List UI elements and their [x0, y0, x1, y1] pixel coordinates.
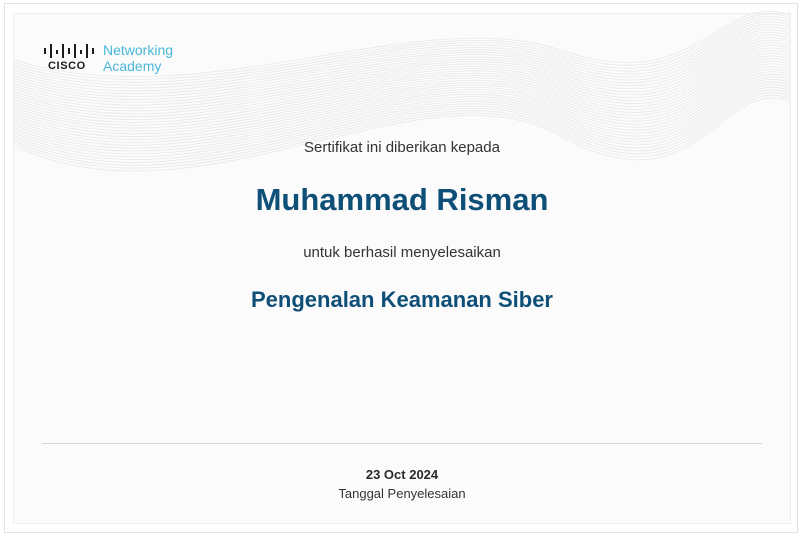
- recipient-name: Muhammad Risman: [255, 182, 549, 217]
- completion-date-label: Tanggal Penyelesaian: [338, 486, 466, 501]
- course-title: Pengenalan Keamanan Siber: [251, 287, 553, 312]
- completion-date: 23 Oct 2024: [365, 467, 439, 482]
- completion-text: untuk berhasil menyelesaikan: [303, 244, 501, 261]
- certificate-intro-text: Sertifikat ini diberikan kepada: [304, 139, 500, 156]
- cisco-bars-icon: [44, 44, 94, 58]
- wave-line: [13, 97, 791, 172]
- decorative-waves: [13, 10, 791, 172]
- logo-line-academy: Academy: [103, 58, 162, 74]
- certificate-page: CISCO Networking Academy Sertifikat ini …: [0, 0, 804, 538]
- cisco-wordmark: CISCO: [48, 60, 86, 72]
- divider: [42, 443, 762, 444]
- cisco-networking-academy-logo: CISCO Networking Academy: [42, 42, 202, 78]
- logo-product-name: Networking Academy: [103, 42, 173, 74]
- logo-line-networking: Networking: [103, 42, 174, 58]
